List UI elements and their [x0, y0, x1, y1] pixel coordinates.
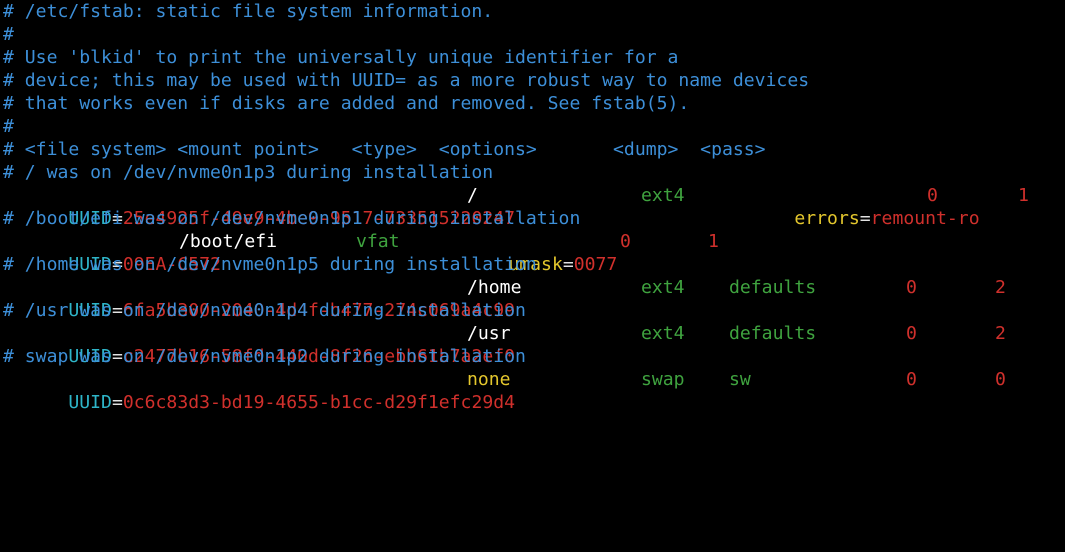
fstab-entry: UUID=09EA-C572 /boot/efi vfat umask=0077…	[3, 230, 1065, 275]
fstab-entry: UUID=6fa5b300-2040-4d4f-b477-274c069a4c9…	[3, 276, 1065, 321]
pass-value: 1	[1018, 185, 1029, 206]
dump-value: 0	[906, 323, 917, 344]
comment-line: #	[3, 116, 14, 137]
pass-value: 2	[995, 277, 1006, 298]
fs-type: swap	[641, 369, 685, 390]
mount-options: sw	[729, 369, 751, 390]
dump-value: 0	[620, 231, 631, 252]
comment-line: #	[3, 24, 14, 45]
fs-type: ext4	[641, 323, 685, 344]
entry-comment: # /boot/efi was on /dev/nvme0n1p1 during…	[3, 208, 581, 229]
mount-point: /home	[467, 277, 522, 298]
mount-point: /usr	[467, 323, 511, 344]
fs-type: ext4	[641, 277, 685, 298]
fs-type: ext4	[641, 185, 685, 206]
terminal-window[interactable]: # /etc/fstab: static file system informa…	[0, 0, 1065, 413]
entry-comment: # swap was on /dev/nvme0n1p2 during inst…	[3, 346, 526, 367]
dump-value: 0	[927, 185, 938, 206]
comment-line: # Use 'blkid' to print the universally u…	[3, 47, 679, 68]
dump-value: 0	[906, 277, 917, 298]
pass-value: 0	[995, 369, 1006, 390]
equals-sign: =	[111, 392, 123, 413]
uuid-key: UUID	[68, 392, 112, 413]
comment-line: # that works even if disks are added and…	[3, 93, 690, 114]
dump-value: 0	[906, 369, 917, 390]
fstab-entry: UUID=c2477b16-58fd-440d-8f26-ebb61b7a2ef…	[3, 322, 1065, 367]
comment-line: # device; this may be used with UUID= as…	[3, 70, 810, 91]
fstab-entry: UUID=0c6c83d3-bd19-4655-b1cc-d29f1efc29d…	[3, 368, 1065, 413]
uuid-value: 0c6c83d3-bd19-4655-b1cc-d29f1efc29d4	[122, 392, 516, 413]
mount-point: /	[467, 185, 478, 206]
mount-point: /boot/efi	[179, 231, 278, 252]
entry-comment: # / was on /dev/nvme0n1p3 during install…	[3, 162, 494, 183]
pass-value: 2	[995, 323, 1006, 344]
entry-comment: # /home was on /dev/nvme0n1p5 during ins…	[3, 254, 537, 275]
entry-comment: # /usr was on /dev/nvme0n1p4 during inst…	[3, 300, 526, 321]
pass-value: 1	[708, 231, 719, 252]
mount-options: defaults	[729, 277, 817, 298]
mount-point: none	[467, 369, 511, 390]
fs-type: vfat	[356, 231, 400, 252]
mount-options: defaults	[729, 323, 817, 344]
comment-line: # /etc/fstab: static file system informa…	[3, 1, 494, 22]
fstab-entry: UUID=25e4925f-49e9-4be9-9517-73351522024…	[3, 184, 1065, 229]
column-header-comment: # <file system> <mount point> <type> <op…	[3, 139, 766, 160]
